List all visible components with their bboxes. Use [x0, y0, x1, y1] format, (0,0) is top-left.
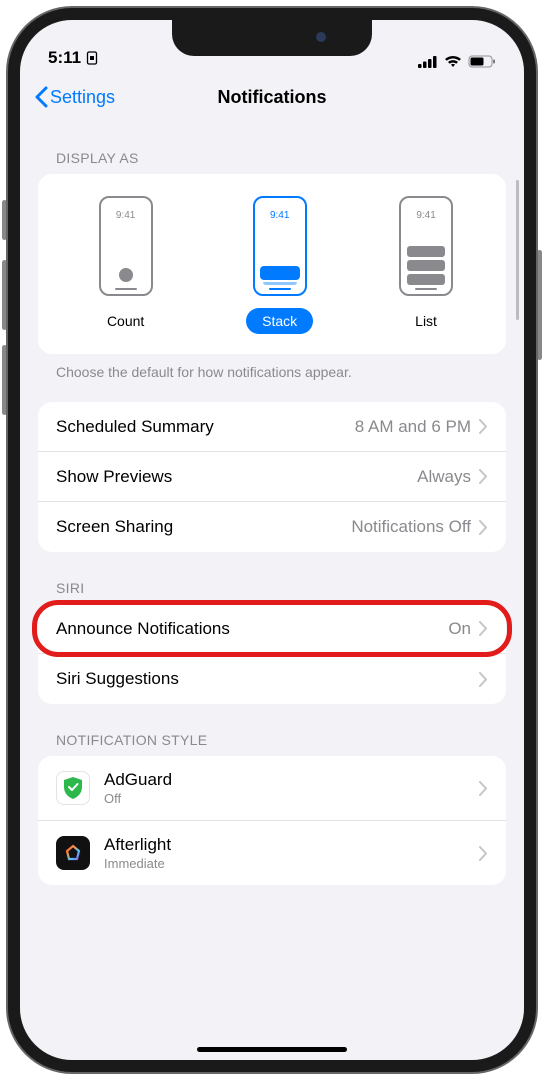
preview-count: 9:41 — [99, 196, 153, 296]
scroll-indicator — [516, 180, 519, 320]
row-label: Screen Sharing — [56, 517, 351, 537]
wifi-icon — [444, 55, 462, 68]
chevron-right-icon — [479, 469, 488, 484]
back-label: Settings — [50, 87, 115, 108]
row-siri-suggestions[interactable]: Siri Suggestions — [38, 654, 506, 704]
row-app-adguard[interactable]: AdGuard Off — [38, 756, 506, 821]
row-label: Scheduled Summary — [56, 417, 355, 437]
display-as-card: 9:41 Count 9:41 Stack — [38, 174, 506, 354]
page-title: Notifications — [217, 87, 326, 108]
chevron-left-icon — [34, 86, 48, 108]
status-time: 5:11 — [48, 48, 81, 68]
app-name: Afterlight — [104, 835, 479, 855]
chevron-right-icon — [479, 846, 488, 861]
section-header-display: DISPLAY AS — [56, 150, 506, 166]
section-header-style: NOTIFICATION STYLE — [56, 732, 506, 748]
siri-card: Announce Notifications On Siri Suggestio… — [38, 604, 506, 704]
notch — [172, 20, 372, 56]
app-sub: Immediate — [104, 856, 479, 871]
section-footer: Choose the default for how notifications… — [56, 364, 506, 380]
row-value: 8 AM and 6 PM — [355, 417, 471, 437]
option-label: Stack — [246, 308, 313, 334]
row-scheduled-summary[interactable]: Scheduled Summary 8 AM and 6 PM — [38, 402, 506, 452]
nav-bar: Settings Notifications — [20, 72, 524, 122]
app-name: AdGuard — [104, 770, 479, 790]
option-label: List — [399, 308, 453, 334]
back-button[interactable]: Settings — [34, 86, 115, 108]
content-scroll[interactable]: DISPLAY AS 9:41 Count 9:41 — [20, 122, 524, 1060]
row-app-afterlight[interactable]: Afterlight Immediate — [38, 821, 506, 885]
chevron-right-icon — [479, 419, 488, 434]
chevron-right-icon — [479, 621, 488, 636]
row-value: Always — [417, 467, 471, 487]
apps-card: AdGuard Off Afterlight Immediate — [38, 756, 506, 885]
home-indicator[interactable] — [197, 1047, 347, 1052]
row-label: Siri Suggestions — [56, 669, 479, 689]
chevron-right-icon — [479, 781, 488, 796]
orientation-lock-icon — [85, 51, 99, 65]
row-label: Announce Notifications — [56, 619, 448, 639]
row-screen-sharing[interactable]: Screen Sharing Notifications Off — [38, 502, 506, 552]
battery-icon — [468, 55, 496, 68]
display-option-stack[interactable]: 9:41 Stack — [246, 196, 313, 334]
row-value: On — [448, 619, 471, 639]
cellular-icon — [418, 55, 438, 68]
chevron-right-icon — [479, 672, 488, 687]
row-announce-notifications[interactable]: Announce Notifications On — [38, 604, 506, 654]
app-sub: Off — [104, 791, 479, 806]
app-icon-afterlight — [56, 836, 90, 870]
display-option-list[interactable]: 9:41 List — [399, 196, 453, 334]
row-value: Notifications Off — [351, 517, 471, 537]
row-show-previews[interactable]: Show Previews Always — [38, 452, 506, 502]
preview-stack: 9:41 — [253, 196, 307, 296]
app-icon-adguard — [56, 771, 90, 805]
settings-card: Scheduled Summary 8 AM and 6 PM Show Pre… — [38, 402, 506, 552]
option-label: Count — [91, 308, 160, 334]
display-option-count[interactable]: 9:41 Count — [91, 196, 160, 334]
preview-list: 9:41 — [399, 196, 453, 296]
section-header-siri: SIRI — [56, 580, 506, 596]
chevron-right-icon — [479, 520, 488, 535]
row-label: Show Previews — [56, 467, 417, 487]
